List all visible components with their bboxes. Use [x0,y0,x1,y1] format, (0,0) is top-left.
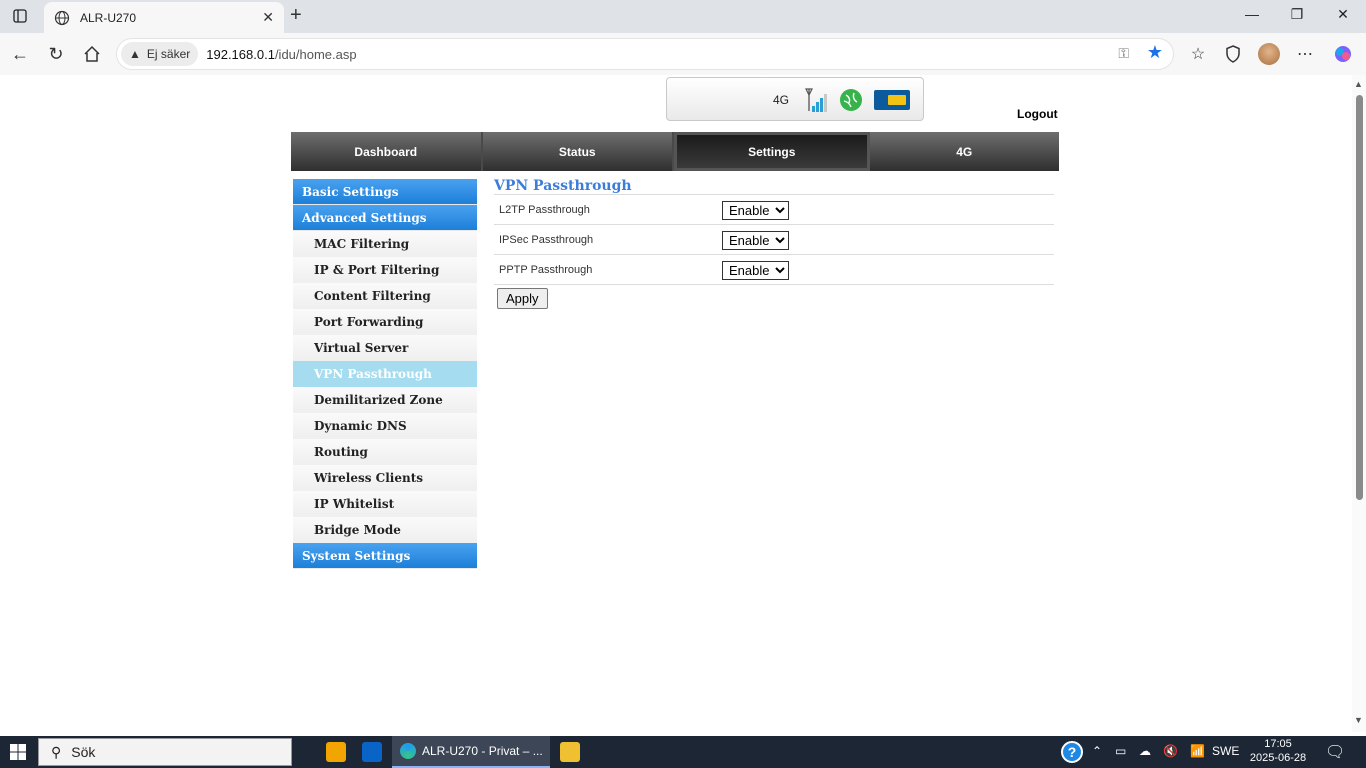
clock-date: 2025-06-28 [1249,752,1307,764]
wifi-icon[interactable]: 📶 [1190,744,1205,758]
sidebar-item-dynamic-dns[interactable]: Dynamic DNS [293,413,477,439]
pptp-row: PPTP Passthrough Enable [494,254,1054,284]
pptp-label: PPTP Passthrough [499,264,593,276]
settings-sidebar: Basic Settings Advanced Settings MAC Fil… [293,179,477,569]
page-viewport: 4G Logout Dashboard Status Settings 4G B… [5,75,1366,732]
sidebar-item-routing[interactable]: Routing [293,439,477,465]
network-status-icon[interactable]: ☁ [1139,744,1151,758]
minimize-icon[interactable]: — [1242,6,1262,22]
not-secure-badge[interactable]: ▲ Ej säker [121,42,199,66]
sidebar-item-bridge-mode[interactable]: Bridge Mode [293,517,477,543]
sidebar-item-ip-port-filtering[interactable]: IP & Port Filtering [293,257,477,283]
more-menu-icon[interactable]: ⋯ [1294,43,1316,65]
browser-toolbar: ← ↻ ▲ Ej säker 192.168.0.1/idu/home.asp … [0,33,1366,75]
show-hidden-icons-icon[interactable]: ⌃ [1092,744,1102,758]
clock-time: 17:05 [1264,738,1292,750]
nav-settings[interactable]: Settings [674,132,870,171]
url-path: /idu/home.asp [274,46,357,62]
vpn-passthrough-panel: VPN Passthrough L2TP Passthrough Enable … [494,178,1054,314]
page-scrollbar[interactable]: ▲ ▼ [1352,75,1366,732]
sidebar-item-vpn-passthrough[interactable]: VPN Passthrough [293,361,477,387]
close-window-icon[interactable]: ✕ [1333,6,1353,23]
address-bar[interactable]: ▲ Ej säker 192.168.0.1/idu/home.asp ⚿ ★ [116,38,1174,70]
tab-actions-icon[interactable] [8,4,32,28]
notifications-icon[interactable]: 🗨 [1325,742,1345,762]
copilot-icon[interactable] [1332,43,1354,65]
language-indicator[interactable]: SWE [1212,744,1239,758]
battery-icon[interactable]: ▭ [1115,744,1126,758]
scroll-down-arrow-icon[interactable]: ▼ [1354,715,1363,725]
search-placeholder: Sök [71,744,96,760]
edge-window-title: ALR-U270 - Privat – ... [422,744,543,758]
browser-tab-strip: ALR-U270 ✕ + — ❐ ✕ [0,0,1366,33]
windows-taskbar: ⚲ Sök ALR-U270 - Privat – ... ? ⌃ ▭ ☁ 🔇 … [0,736,1366,768]
ipsec-select[interactable]: Enable [722,231,789,250]
help-icon[interactable]: ? [1061,741,1083,763]
profile-avatar[interactable] [1258,43,1280,65]
page-title: VPN Passthrough [494,178,632,194]
taskbar-edge-window[interactable]: ALR-U270 - Privat – ... [392,736,550,768]
tab-title: ALR-U270 [80,10,137,25]
sim-card-icon [874,90,910,110]
url-text[interactable]: 192.168.0.1/idu/home.asp [206,47,356,62]
shield-icon[interactable] [1222,43,1244,65]
pptp-select[interactable]: Enable [722,261,789,280]
volume-muted-icon[interactable]: 🔇 [1163,744,1178,758]
apply-button[interactable]: Apply [497,288,548,309]
sidebar-advanced-settings[interactable]: Advanced Settings [293,205,477,231]
network-type: 4G [773,93,790,107]
taskbar-search-box[interactable]: ⚲ Sök [38,738,292,766]
close-tab-icon[interactable]: ✕ [262,9,274,26]
signal-strength-icon [805,88,827,112]
restore-icon[interactable]: ❐ [1287,6,1307,23]
back-arrow-icon[interactable]: ← [8,42,32,66]
file-explorer-icon[interactable] [560,742,580,762]
sidebar-item-content-filtering[interactable]: Content Filtering [293,283,477,309]
l2tp-row: L2TP Passthrough Enable [494,194,1054,224]
main-navigation: Dashboard Status Settings 4G [291,132,1059,171]
sidebar-item-dmz[interactable]: Demilitarized Zone [293,387,477,413]
nav-4g[interactable]: 4G [870,132,1060,171]
sidebar-basic-settings[interactable]: Basic Settings [293,179,477,205]
edge-icon [400,743,416,759]
url-host: 192.168.0.1 [206,46,275,62]
taskbar-clock[interactable]: 17:05 2025-06-28 [1248,737,1308,765]
favorites-icon[interactable]: ☆ [1187,43,1209,65]
key-icon[interactable]: ⚿ [1118,45,1129,62]
apply-row: Apply [494,284,1054,314]
scroll-up-arrow-icon[interactable]: ▲ [1354,79,1363,89]
globe-icon [54,10,70,25]
sidebar-item-mac-filtering[interactable]: MAC Filtering [293,231,477,257]
nav-dashboard[interactable]: Dashboard [291,132,483,171]
connection-status-panel: 4G [666,77,924,121]
l2tp-select[interactable]: Enable [722,201,789,220]
outlook-icon[interactable] [362,742,382,762]
sidebar-system-settings[interactable]: System Settings [293,543,477,569]
warning-icon: ▲ [129,47,141,61]
not-secure-label: Ej säker [146,47,191,61]
sidebar-item-port-forwarding[interactable]: Port Forwarding [293,309,477,335]
search-icon: ⚲ [51,743,62,760]
nav-status[interactable]: Status [483,132,674,171]
ipsec-label: IPSec Passthrough [499,234,594,246]
home-icon[interactable] [80,42,104,66]
ipsec-row: IPSec Passthrough Enable [494,224,1054,254]
scrollbar-thumb[interactable] [1356,95,1363,500]
sidebar-item-wireless-clients[interactable]: Wireless Clients [293,465,477,491]
logout-link[interactable]: Logout [1017,107,1058,121]
windows-start-icon[interactable] [10,744,26,760]
new-tab-button[interactable]: + [290,5,302,25]
media-player-icon[interactable] [326,742,346,762]
sidebar-item-ip-whitelist[interactable]: IP Whitelist [293,491,477,517]
favorite-star-icon[interactable]: ★ [1147,42,1163,63]
refresh-icon[interactable]: ↻ [44,42,68,66]
internet-globe-icon [840,89,862,111]
l2tp-label: L2TP Passthrough [499,204,590,216]
browser-tab-active[interactable]: ALR-U270 ✕ [44,2,284,33]
sidebar-item-virtual-server[interactable]: Virtual Server [293,335,477,361]
